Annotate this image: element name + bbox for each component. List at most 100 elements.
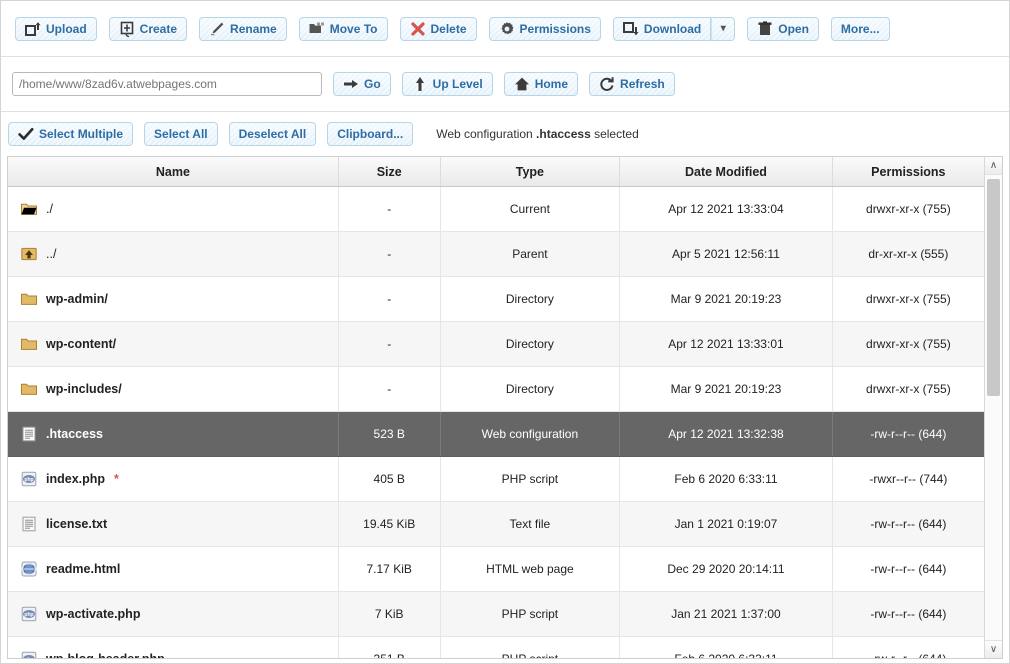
table-row[interactable]: ../-ParentApr 5 2021 12:56:11dr-xr-xr-x … [8,232,984,277]
file-name-wrap: license.txt [21,516,338,532]
table-row[interactable]: .htaccess523 BWeb configurationApr 12 20… [8,412,984,457]
delete-button[interactable]: Delete [400,17,477,41]
cell-date: Feb 6 2020 6:33:11 [620,457,832,502]
column-header-name[interactable]: Name [8,157,338,187]
cell-name[interactable]: wp-admin/ [8,277,338,322]
cell-permissions: drwxr-xr-x (755) [832,187,984,232]
scrollbar-thumb[interactable] [987,179,1000,396]
rename-button[interactable]: Rename [199,17,287,41]
cell-name[interactable]: license.txt [8,502,338,547]
cell-size: - [338,187,440,232]
cell-date: Apr 5 2021 12:56:11 [620,232,832,277]
scroll-down-button[interactable]: ∨ [985,640,1002,658]
file-name: license.txt [46,517,107,531]
cell-name[interactable]: phpindex.php* [8,457,338,502]
table-row[interactable]: license.txt19.45 KiBText fileJan 1 2021 … [8,502,984,547]
table-row[interactable]: wp-admin/-DirectoryMar 9 2021 20:19:23dr… [8,277,984,322]
more-button[interactable]: More... [831,17,890,41]
cell-name[interactable]: .htaccess [8,412,338,457]
table-row[interactable]: wp-content/-DirectoryApr 12 2021 13:33:0… [8,322,984,367]
open-button[interactable]: Open [747,17,819,41]
column-header-size[interactable]: Size [338,157,440,187]
home-button[interactable]: Home [504,72,578,96]
file-name: wp-blog-header.php [46,652,165,659]
select-all-button[interactable]: Select All [144,122,218,146]
scroll-up-button[interactable]: ∧ [985,157,1002,175]
cell-date: Jan 1 2021 0:19:07 [620,502,832,547]
cell-date: Feb 6 2020 6:33:11 [620,637,832,660]
file-name-wrap: php wp-blog-header.php [21,651,338,659]
go-button[interactable]: Go [333,72,391,96]
create-button[interactable]: Create [109,17,187,41]
svg-text:php: php [24,612,33,618]
cell-permissions: drwxr-xr-x (755) [832,367,984,412]
table-row[interactable]: readme.html7.17 KiBHTML web pageDec 29 2… [8,547,984,592]
path-input[interactable] [12,72,322,96]
table-row[interactable]: phpwp-blog-header.php351 BPHP scriptFeb … [8,637,984,660]
clipboard-label: Clipboard... [337,127,403,141]
download-split-button: Download ▾ [613,17,735,41]
cell-name[interactable]: phpwp-activate.php [8,592,338,637]
folder-icon [21,381,37,397]
cell-name[interactable]: wp-includes/ [8,367,338,412]
file-name: wp-includes/ [46,382,122,396]
table-row[interactable]: ./-CurrentApr 12 2021 13:33:04drwxr-xr-x… [8,187,984,232]
chevron-up-icon: ∧ [990,161,997,171]
file-name-wrap: ./ [21,201,338,217]
cell-type: Current [440,187,620,232]
select-multiple-button[interactable]: Select Multiple [8,122,133,146]
cell-permissions: -rw-r--r-- (644) [832,592,984,637]
up-level-button[interactable]: Up Level [402,72,493,96]
refresh-button[interactable]: Refresh [589,72,675,96]
file-name-wrap: wp-content/ [21,336,338,352]
cell-type: HTML web page [440,547,620,592]
cell-size: 351 B [338,637,440,660]
cell-type: Directory [440,367,620,412]
vertical-scrollbar[interactable]: ∧ ∨ [984,157,1002,658]
folder-icon [21,336,37,352]
table-row[interactable]: wp-includes/-DirectoryMar 9 2021 20:19:2… [8,367,984,412]
move-to-button[interactable]: Move To [299,17,388,41]
upload-label: Upload [46,22,87,36]
table-row[interactable]: phpwp-activate.php7 KiBPHP scriptJan 21 … [8,592,984,637]
file-name: ../ [46,247,56,261]
download-dropdown-toggle[interactable]: ▾ [711,17,735,41]
php-file-icon: php [21,651,37,659]
download-button[interactable]: Download [613,17,711,41]
folder-up-icon [21,246,37,262]
more-label: More... [841,22,880,36]
table-row[interactable]: phpindex.php*405 BPHP scriptFeb 6 2020 6… [8,457,984,502]
move-to-label: Move To [330,22,378,36]
upload-button[interactable]: Upload [15,17,97,41]
cell-size: 19.45 KiB [338,502,440,547]
gear-icon [499,21,515,37]
column-header-type[interactable]: Type [440,157,620,187]
select-all-label: Select All [154,127,208,141]
cell-date: Jan 21 2021 1:37:00 [620,592,832,637]
column-header-date[interactable]: Date Modified [620,157,832,187]
cell-type: PHP script [440,592,620,637]
status-filename: .htaccess [536,127,591,141]
selection-bar: Select Multiple Select All Deselect All … [1,112,1009,156]
clipboard-button[interactable]: Clipboard... [327,122,413,146]
upload-icon [25,21,41,37]
text-file-icon [21,516,37,532]
file-name-wrap: wp-includes/ [21,381,338,397]
cell-size: 7 KiB [338,592,440,637]
cell-date: Mar 9 2021 20:19:23 [620,277,832,322]
cell-name[interactable]: ../ [8,232,338,277]
column-header-permissions[interactable]: Permissions [832,157,984,187]
cell-name[interactable]: readme.html [8,547,338,592]
permissions-button[interactable]: Permissions [489,17,601,41]
cell-name[interactable]: ./ [8,187,338,232]
cell-size: - [338,367,440,412]
deselect-all-button[interactable]: Deselect All [229,122,317,146]
home-icon [514,76,530,92]
cell-type: Web configuration [440,412,620,457]
cell-date: Apr 12 2021 13:33:01 [620,322,832,367]
file-name-wrap: wp-admin/ [21,291,338,307]
cell-name[interactable]: wp-content/ [8,322,338,367]
file-name: wp-content/ [46,337,116,351]
cell-name[interactable]: php wp-blog-header.php [8,637,338,660]
arrow-up-icon [412,76,428,92]
